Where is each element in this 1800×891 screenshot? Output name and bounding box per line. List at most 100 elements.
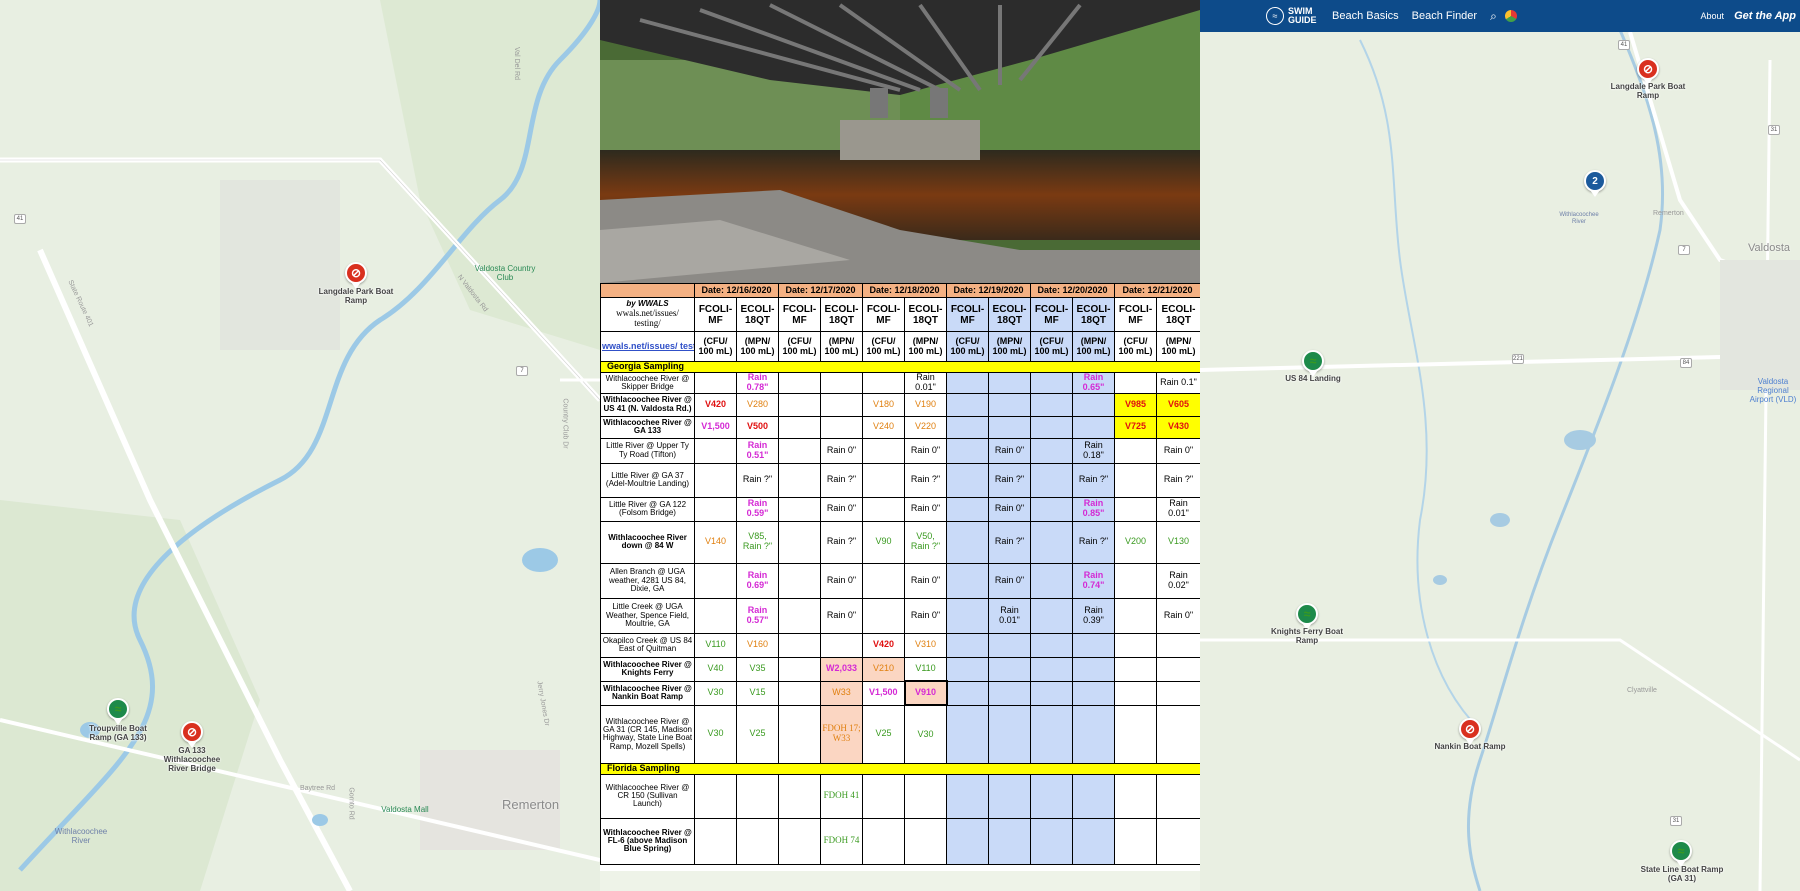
route-shield: 31 (1768, 125, 1780, 135)
value-cell: FDOH 17; W33 (820, 704, 863, 764)
table-row: Withlacoochee River @ CR 150 (Sullivan L… (600, 773, 1201, 819)
value-cell: Rain 0" (820, 597, 863, 634)
value-cell (694, 817, 737, 865)
site-name: Little River @ GA 122 (Folsom Bridge) (600, 496, 695, 522)
value-cell: Rain 0.69" (736, 562, 779, 599)
value-cell (778, 597, 821, 634)
langdale-park-marker[interactable]: ⊘ (1637, 58, 1659, 85)
value-cell: Rain 0.51" (736, 437, 779, 464)
cluster-marker[interactable]: 2 (1584, 170, 1606, 197)
value-cell (1030, 632, 1073, 658)
value-cell (694, 372, 737, 394)
ga133-marker[interactable]: ⊘ (181, 721, 203, 748)
nankin-marker[interactable]: ⊘ (1459, 718, 1481, 745)
date-header: Date: 12/21/2020 (1114, 283, 1201, 298)
value-cell: Rain 0.1" (1156, 372, 1201, 394)
site-name: Withlacoochee River @ US 41 (N. Valdosta… (600, 392, 695, 417)
map-right[interactable]: 41 31 7 221 84 31 ⊘ Langdale Park Boat R… (1200, 0, 1800, 891)
date-header: Date: 12/20/2020 (1030, 283, 1115, 298)
nav-beach-finder[interactable]: Beach Finder (1412, 10, 1477, 22)
brand-name: SWIM GUIDE (1288, 6, 1317, 25)
site-name: Withlacoochee River down @ 84 W (600, 520, 695, 564)
value-cell (862, 437, 905, 464)
value-cell: V280 (736, 392, 779, 417)
value-cell: V910 (903, 680, 948, 707)
value-cell (988, 632, 1031, 658)
site-name: Little River @ Upper Ty Ty Road (Tifton) (600, 437, 695, 464)
value-cell: V85, Rain ?" (736, 520, 779, 564)
value-cell (778, 773, 821, 819)
value-cell (946, 656, 989, 682)
value-cell (1114, 632, 1157, 658)
map-left-background (0, 0, 600, 891)
value-cell (1114, 462, 1157, 498)
section-georgia: Georgia Sampling (600, 361, 1201, 373)
marker-label: Troupville Boat Ramp (GA 133) (89, 724, 147, 742)
value-cell: Rain 0.65" (1072, 372, 1115, 394)
value-cell (1072, 704, 1115, 764)
col-header: ECOLI-18QT (904, 297, 947, 332)
state-line-marker[interactable]: ≈ (1670, 840, 1692, 867)
swimmer-icon: ≈ (1309, 354, 1317, 368)
language-icon[interactable] (1504, 10, 1517, 22)
sampling-table: Date: 12/16/2020 Date: 12/17/2020 Date: … (600, 283, 1201, 871)
value-cell (694, 496, 737, 522)
knights-ferry-marker[interactable]: ≈ (1296, 603, 1318, 630)
langdale-park-boat-ramp-marker[interactable]: ⊘ (345, 262, 367, 289)
route-shield: 7 (516, 366, 528, 376)
table-row: Withlacoochee River @ GA 133 V1,500 V500 V2… (600, 415, 1201, 439)
value-cell (862, 462, 905, 498)
site-name: Withlacoochee River @ FL-6 (above Madiso… (600, 817, 695, 865)
value-cell: V210 (862, 656, 905, 682)
value-cell (1072, 392, 1115, 417)
value-cell (1156, 773, 1201, 819)
value-cell (946, 372, 989, 394)
map-left[interactable]: N Valdosta Rd State Route 401 Baytree Rd… (0, 0, 600, 891)
value-cell (946, 632, 989, 658)
bridge-river-photo (600, 0, 1200, 283)
value-cell: Rain ?" (988, 462, 1031, 498)
marker-label: Nankin Boat Ramp (1434, 742, 1506, 751)
marker-label: Knights Ferry Boat Ramp (1270, 627, 1343, 645)
value-cell: Rain 0" (820, 496, 863, 522)
value-cell: FDOH 74 (820, 817, 863, 865)
value-cell: V220 (904, 415, 947, 439)
value-cell (778, 496, 821, 522)
value-cell: V30 (904, 704, 947, 764)
about-menu[interactable]: About (1701, 11, 1725, 21)
us84-landing-marker[interactable]: ≈ (1302, 350, 1324, 377)
table-row: Withlacoochee River @ GA 31 (CR 145, Mad… (600, 704, 1201, 764)
value-cell: Rain ?" (820, 462, 863, 498)
site-name: Withlacoochee River @ Skipper Bridge (600, 372, 695, 394)
swim-guide-logo[interactable]: ≈ SWIM GUIDE (1266, 7, 1322, 25)
value-cell: V130 (1156, 520, 1201, 564)
value-cell (862, 562, 905, 599)
unit-cell: (CFU/ 100 mL) (1030, 331, 1073, 362)
col-header: ECOLI-18QT (988, 297, 1031, 332)
place-remerton: Remerton (502, 797, 560, 812)
nav-beach-basics[interactable]: Beach Basics (1332, 10, 1399, 22)
value-cell (1030, 520, 1073, 564)
value-cell (1114, 437, 1157, 464)
value-cell: Rain ?" (736, 462, 779, 498)
route-shield: 84 (1680, 358, 1692, 368)
value-cell (778, 817, 821, 865)
get-the-app-button[interactable]: Get the App (1734, 10, 1796, 22)
value-cell (1114, 773, 1157, 819)
unit-cell: (CFU/ 100 mL) (946, 331, 989, 362)
site-name: Withlacoochee River @ GA 133 (600, 415, 695, 439)
value-cell (862, 372, 905, 394)
value-cell (694, 462, 737, 498)
wwals-link[interactable]: wwals.net/issues/ testing/ (600, 331, 695, 362)
unit-cell: (MPN/ 100 mL) (736, 331, 779, 362)
value-cell (1114, 372, 1157, 394)
top-nav-bar: ≈ SWIM GUIDE Beach Basics Beach Finder ⌕… (1200, 0, 1800, 32)
value-cell (946, 415, 989, 439)
value-cell (1030, 656, 1073, 682)
search-icon[interactable]: ⌕ (1490, 9, 1497, 24)
unit-cell: (CFU/ 100 mL) (1114, 331, 1157, 362)
value-cell (1030, 817, 1073, 865)
value-cell (946, 520, 989, 564)
unit-cell: (MPN/ 100 mL) (1156, 331, 1201, 362)
troupville-boat-ramp-marker[interactable]: ≈ (107, 698, 129, 725)
